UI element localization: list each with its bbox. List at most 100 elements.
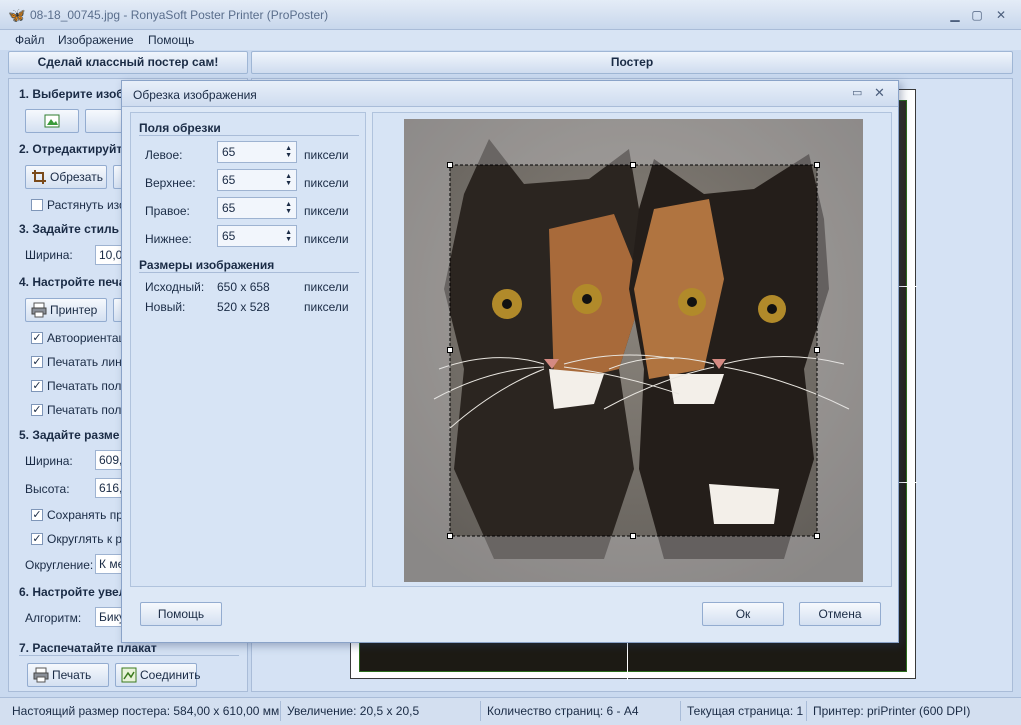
original-size-value: 650 x 658 <box>217 280 270 294</box>
status-page-count: Количество страниц: 6 - A4 <box>487 704 639 718</box>
margins-group-divider <box>139 135 359 136</box>
section-3-title: 3. Задайте стиль <box>19 222 120 236</box>
close-icon[interactable]: ✕ <box>990 6 1012 24</box>
crop-handle[interactable] <box>447 533 453 539</box>
print-lines-label: Печатать лини <box>47 355 129 369</box>
crop-dialog: Обрезка изображения ▭ ✕ Поля обрезки Лев… <box>121 80 899 643</box>
paste-image-button[interactable] <box>85 109 125 133</box>
right-margin-spinner[interactable]: 65 ▲ ▼ <box>217 197 297 219</box>
spinner-arrows-icon[interactable]: ▲ ▼ <box>285 229 292 243</box>
cat-photo-drawing <box>404 119 863 582</box>
original-size-label: Исходный: <box>145 280 205 294</box>
stretch-checkbox[interactable] <box>31 199 43 211</box>
crop-handle[interactable] <box>814 533 820 539</box>
status-bar: Настоящий размер постера: 584,00 x 610,0… <box>0 697 1021 725</box>
app-butterfly-icon: 🦋 <box>8 7 26 23</box>
right-margin-label: Правое: <box>145 204 190 218</box>
spinner-arrows-icon[interactable]: ▲ ▼ <box>285 173 292 187</box>
section-6-title: 6. Настройте увел <box>19 585 127 599</box>
top-margin-value: 65 <box>222 173 236 187</box>
printer-button-label: Принтер <box>50 303 98 317</box>
crop-handle[interactable] <box>814 347 820 353</box>
print-margins-checkbox[interactable]: ✓ <box>31 380 43 392</box>
crop-handle[interactable] <box>447 347 453 353</box>
print-lines-checkbox[interactable]: ✓ <box>31 356 43 368</box>
title-bar: 🦋 08-18_00745.jpg - RonyaSoft Poster Pri… <box>0 0 1021 30</box>
section-7-divider <box>19 655 239 656</box>
status-current-page: Текущая страница: 1 <box>687 704 804 718</box>
menu-bar: Файл Изображение Помощь <box>0 30 1021 50</box>
margins-group-title: Поля обрезки <box>139 121 221 135</box>
right-margin-unit: пиксели <box>304 204 349 218</box>
tab-make-poster[interactable]: Сделай классный постер сам! <box>8 51 248 74</box>
round-checkbox[interactable]: ✓ <box>31 533 43 545</box>
dialog-maximize-icon[interactable]: ▭ <box>852 86 862 99</box>
bottom-margin-spinner[interactable]: 65 ▲ ▼ <box>217 225 297 247</box>
status-separator <box>806 701 807 721</box>
crop-button-label: Обрезать <box>50 170 103 184</box>
status-separator <box>280 701 281 721</box>
left-margin-unit: пиксели <box>304 148 349 162</box>
crop-button[interactable]: Обрезать <box>25 165 107 189</box>
size-width-label: Ширина: <box>25 454 73 468</box>
style-width-label: Ширина: <box>25 248 73 262</box>
dialog-title: Обрезка изображения <box>133 88 257 102</box>
section-2-title: 2. Отредактируйт <box>19 142 123 156</box>
top-margin-unit: пиксели <box>304 176 349 190</box>
auto-orient-checkbox[interactable]: ✓ <box>31 332 43 344</box>
cat-photo-image[interactable] <box>404 119 863 582</box>
join-icon <box>121 667 137 683</box>
cancel-button[interactable]: Отмена <box>799 602 881 626</box>
status-zoom: Увеличение: 20,5 x 20,5 <box>287 704 420 718</box>
join-button-label: Соединить <box>140 668 201 682</box>
status-separator <box>680 701 681 721</box>
new-size-value: 520 x 528 <box>217 300 270 314</box>
spinner-arrows-icon[interactable]: ▲ ▼ <box>285 145 292 159</box>
algorithm-label: Алгоритм: <box>25 611 82 625</box>
sizes-group-title: Размеры изображения <box>139 258 275 272</box>
crop-handle[interactable] <box>630 533 636 539</box>
section-5-title: 5. Задайте разме <box>19 428 120 442</box>
section-4-title: 4. Настройте печа <box>19 275 126 289</box>
stretch-label: Растянуть изо <box>47 198 126 212</box>
keep-proportions-checkbox[interactable]: ✓ <box>31 509 43 521</box>
tab-poster[interactable]: Постер <box>251 51 1013 74</box>
print-fields-checkbox[interactable]: ✓ <box>31 404 43 416</box>
rounding-label: Округление: <box>25 558 94 572</box>
crop-handle[interactable] <box>447 162 453 168</box>
help-button[interactable]: Помощь <box>140 602 222 626</box>
maximize-icon[interactable]: ▢ <box>966 6 988 24</box>
auto-orient-label: Автоориентац <box>47 331 126 345</box>
menu-image[interactable]: Изображение <box>58 33 134 47</box>
window-title: 08-18_00745.jpg - RonyaSoft Poster Print… <box>30 8 329 22</box>
open-image-button[interactable] <box>25 109 79 133</box>
section-1-title: 1. Выберите изоб <box>19 87 124 101</box>
ok-button[interactable]: Ок <box>702 602 784 626</box>
minimize-icon[interactable]: ▁ <box>944 6 966 24</box>
join-button[interactable]: Соединить <box>115 663 201 687</box>
crop-settings-panel: Поля обрезки Левое: 65 ▲ ▼ пиксели Верхне… <box>130 112 366 587</box>
print-button[interactable]: Печать <box>27 663 109 687</box>
left-margin-value: 65 <box>222 145 236 159</box>
print-icon <box>33 667 49 683</box>
new-size-unit: пиксели <box>304 300 349 314</box>
menu-help[interactable]: Помощь <box>148 33 194 47</box>
spinner-arrows-icon[interactable]: ▲ ▼ <box>285 201 292 215</box>
size-height-label: Высота: <box>25 482 70 496</box>
bottom-margin-value: 65 <box>222 229 236 243</box>
crop-handle[interactable] <box>630 162 636 168</box>
top-margin-spinner[interactable]: 65 ▲ ▼ <box>217 169 297 191</box>
left-margin-spinner[interactable]: 65 ▲ ▼ <box>217 141 297 163</box>
crop-preview-panel <box>372 112 892 587</box>
keep-proportions-label: Сохранять про <box>47 508 130 522</box>
dialog-close-icon[interactable]: ✕ <box>874 85 885 101</box>
printer-icon <box>31 302 47 318</box>
print-fields-label: Печатать поля <box>47 403 128 417</box>
menu-file[interactable]: Файл <box>15 33 45 47</box>
new-size-label: Новый: <box>145 300 186 314</box>
crop-handle[interactable] <box>814 162 820 168</box>
printer-button[interactable]: Принтер <box>25 298 107 322</box>
crop-icon <box>32 170 46 184</box>
bottom-margin-unit: пиксели <box>304 232 349 246</box>
status-poster-size: Настоящий размер постера: 584,00 x 610,0… <box>12 704 280 718</box>
